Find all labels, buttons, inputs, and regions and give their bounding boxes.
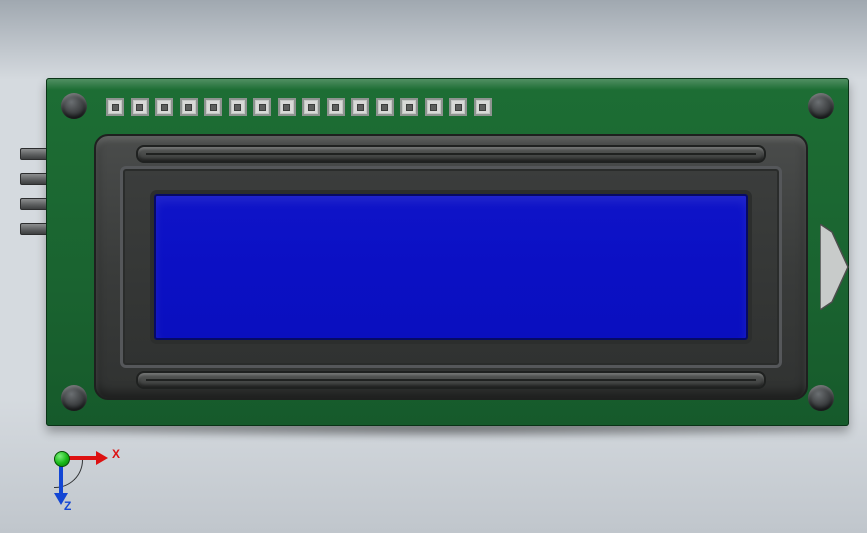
i2c-header-pins [20,148,47,235]
bezel-clip-rail [136,371,766,389]
parallel-header-pads [106,98,492,116]
lcd-bezel [94,134,808,400]
solder-pad [449,98,467,116]
mounting-hole [61,93,87,119]
solder-pad [131,98,149,116]
pin [20,198,47,210]
solder-pad [229,98,247,116]
solder-pad [155,98,173,116]
lcd-screen [154,194,748,340]
cad-viewport[interactable]: X Z [0,0,867,533]
solder-pad [400,98,418,116]
bezel-clip-rail [136,145,766,163]
solder-pad [376,98,394,116]
solder-pad [278,98,296,116]
view-axis-triad[interactable]: X Z [54,437,124,507]
solder-pad [425,98,443,116]
solder-pad [253,98,271,116]
mounting-hole [808,93,834,119]
right-connector-tab [820,224,850,310]
mounting-hole [808,385,834,411]
solder-pad [204,98,222,116]
pin [20,148,47,160]
z-axis-label: Z [64,499,71,513]
lcd-module-pcb[interactable] [46,78,849,426]
solder-pad [106,98,124,116]
mounting-hole [61,385,87,411]
pin [20,173,47,185]
solder-pad [180,98,198,116]
solder-pad [327,98,345,116]
solder-pad [474,98,492,116]
x-axis-label: X [112,447,120,461]
pin [20,223,47,235]
solder-pad [302,98,320,116]
solder-pad [351,98,369,116]
z-axis-arrow [59,465,63,495]
triad-origin [54,451,70,467]
x-axis-arrow [68,456,98,460]
